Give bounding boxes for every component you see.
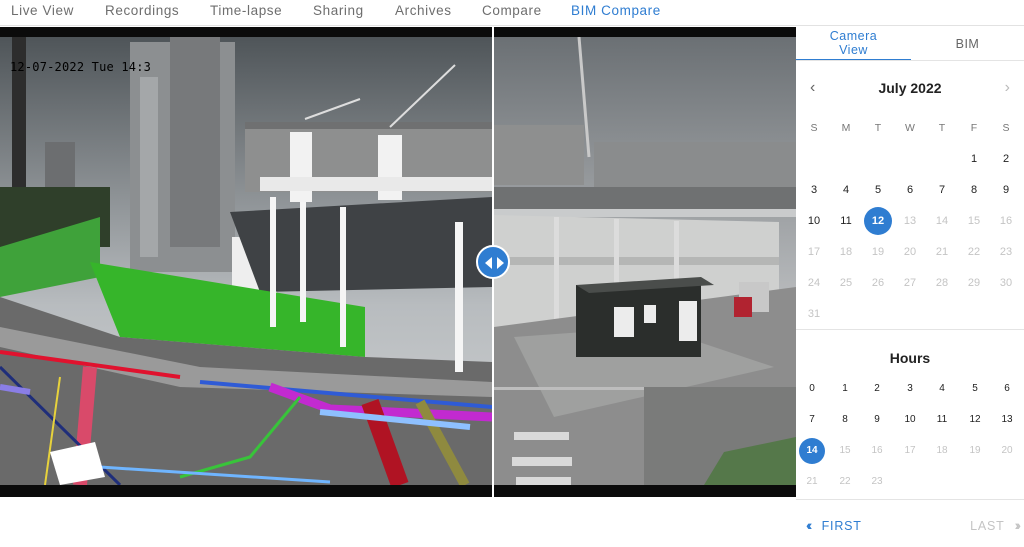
hour-item: 22 — [839, 476, 851, 487]
section-divider — [796, 329, 1024, 330]
side-panel: Camera View BIM ‹ July 2022 › SMTWTFS123… — [796, 27, 1024, 547]
tab-live-view[interactable]: Live View — [11, 3, 74, 18]
tab-time-lapse[interactable]: Time-lapse — [210, 3, 282, 18]
hour-item[interactable]: 9 — [864, 407, 890, 433]
hour-item[interactable]: 1 — [832, 376, 858, 402]
calendar-day[interactable]: 5 — [864, 176, 892, 204]
arrow-left-icon — [485, 257, 492, 269]
view-tabs: Camera View BIM — [796, 27, 1024, 61]
calendar-month-title: July 2022 — [878, 80, 942, 96]
hour-item[interactable]: 10 — [897, 407, 923, 433]
hour-item: 18 — [936, 445, 948, 456]
weekday-label: M — [841, 122, 851, 134]
hour-item: 16 — [871, 445, 883, 456]
calendar-day[interactable]: 6 — [896, 176, 924, 204]
hour-item[interactable]: 7 — [799, 407, 825, 433]
calendar-day[interactable]: 9 — [992, 176, 1020, 204]
first-button-label: FIRST — [821, 519, 862, 533]
compare-slider-handle[interactable] — [476, 245, 510, 279]
calendar-day: 19 — [871, 246, 885, 258]
camera-photo-pane — [494, 37, 796, 485]
hour-item: 23 — [871, 476, 883, 487]
first-button[interactable]: ‹‹ FIRST — [806, 517, 862, 533]
bim-model-image — [0, 37, 492, 485]
hour-item[interactable]: 8 — [832, 407, 858, 433]
calendar-day: 13 — [903, 215, 917, 227]
hour-item[interactable]: 6 — [994, 376, 1020, 402]
weekday-label: T — [874, 122, 882, 134]
tab-archives[interactable]: Archives — [395, 3, 452, 18]
calendar-day: 24 — [807, 277, 821, 289]
calendar-day: 29 — [967, 277, 981, 289]
hour-item: 15 — [839, 445, 851, 456]
hour-item: 19 — [969, 445, 981, 456]
calendar-day: 21 — [935, 246, 949, 258]
calendar-day[interactable]: 2 — [992, 145, 1020, 173]
hour-item[interactable]: 5 — [962, 376, 988, 402]
hour-item: 20 — [1001, 445, 1013, 456]
calendar-day: 18 — [839, 246, 853, 258]
bim-compare-viewer[interactable]: 12-07-2022 Tue 14:3 — [0, 27, 796, 497]
calendar-day: 23 — [999, 246, 1013, 258]
tab-recordings[interactable]: Recordings — [105, 3, 179, 18]
double-chevron-right-icon: ›› — [1014, 517, 1022, 533]
camera-timestamp: 12-07-2022 Tue 14:3 — [10, 60, 152, 74]
calendar-day: 15 — [967, 215, 981, 227]
tabs-divider — [796, 60, 1024, 61]
last-button[interactable]: LAST ›› — [970, 517, 1022, 533]
tab-compare[interactable]: Compare — [482, 3, 542, 18]
hour-item[interactable]: 2 — [864, 376, 890, 402]
calendar-day: 25 — [839, 277, 853, 289]
weekday-label: S — [810, 122, 818, 134]
double-chevron-left-icon: ‹‹ — [806, 517, 813, 533]
calendar-day[interactable]: 1 — [960, 145, 988, 173]
tab-sharing[interactable]: Sharing — [313, 3, 364, 18]
hour-item[interactable]: 0 — [799, 376, 825, 402]
hour-item: 21 — [806, 476, 818, 487]
hour-selected[interactable]: 14 — [799, 438, 825, 464]
calendar-day[interactable]: 3 — [800, 176, 828, 204]
weekday-label: W — [905, 122, 915, 134]
weekday-label: F — [970, 122, 978, 134]
calendar-day: 31 — [807, 308, 821, 320]
weekday-label: T — [938, 122, 946, 134]
calendar-header: ‹ July 2022 › — [796, 77, 1024, 101]
calendar-day: 20 — [903, 246, 917, 258]
tab-bim[interactable]: BIM — [911, 37, 1024, 51]
weekday-label: S — [1002, 122, 1010, 134]
calendar-day[interactable]: 10 — [800, 207, 828, 235]
calendar-day: 28 — [935, 277, 949, 289]
tab-camera-view-line1: Camera — [829, 29, 878, 43]
tab-bim-compare[interactable]: BIM Compare — [571, 3, 661, 18]
calendar-day: 26 — [871, 277, 885, 289]
calendar-day[interactable]: 7 — [928, 176, 956, 204]
calendar-day[interactable]: 8 — [960, 176, 988, 204]
hour-item[interactable]: 4 — [929, 376, 955, 402]
pager-divider — [796, 499, 1024, 500]
tab-camera-view-line2: View — [839, 43, 868, 57]
calendar-day: 14 — [935, 215, 949, 227]
calendar-day[interactable]: 4 — [832, 176, 860, 204]
camera-photo-image — [494, 37, 796, 485]
hour-item[interactable]: 12 — [962, 407, 988, 433]
arrow-right-icon — [497, 257, 504, 269]
calendar-day[interactable]: 11 — [832, 207, 860, 235]
calendar-day: 22 — [967, 246, 981, 258]
calendar-day: 27 — [903, 277, 917, 289]
hour-item: 17 — [904, 445, 916, 456]
calendar-day: 17 — [807, 246, 821, 258]
hour-item[interactable]: 11 — [929, 407, 955, 433]
calendar-day: 30 — [999, 277, 1013, 289]
bim-model-pane — [0, 37, 492, 485]
chevron-right-icon[interactable]: › — [1005, 79, 1010, 97]
tab-camera-view[interactable]: Camera View — [796, 29, 911, 61]
hour-item[interactable]: 3 — [897, 376, 923, 402]
calendar-day: 16 — [999, 215, 1013, 227]
calendar-day-selected[interactable]: 12 — [864, 207, 892, 235]
hours-title: Hours — [889, 350, 931, 366]
hour-item[interactable]: 13 — [994, 407, 1020, 433]
top-navigation: Live View Recordings Time-lapse Sharing … — [0, 0, 1024, 26]
last-button-label: LAST — [970, 519, 1005, 533]
